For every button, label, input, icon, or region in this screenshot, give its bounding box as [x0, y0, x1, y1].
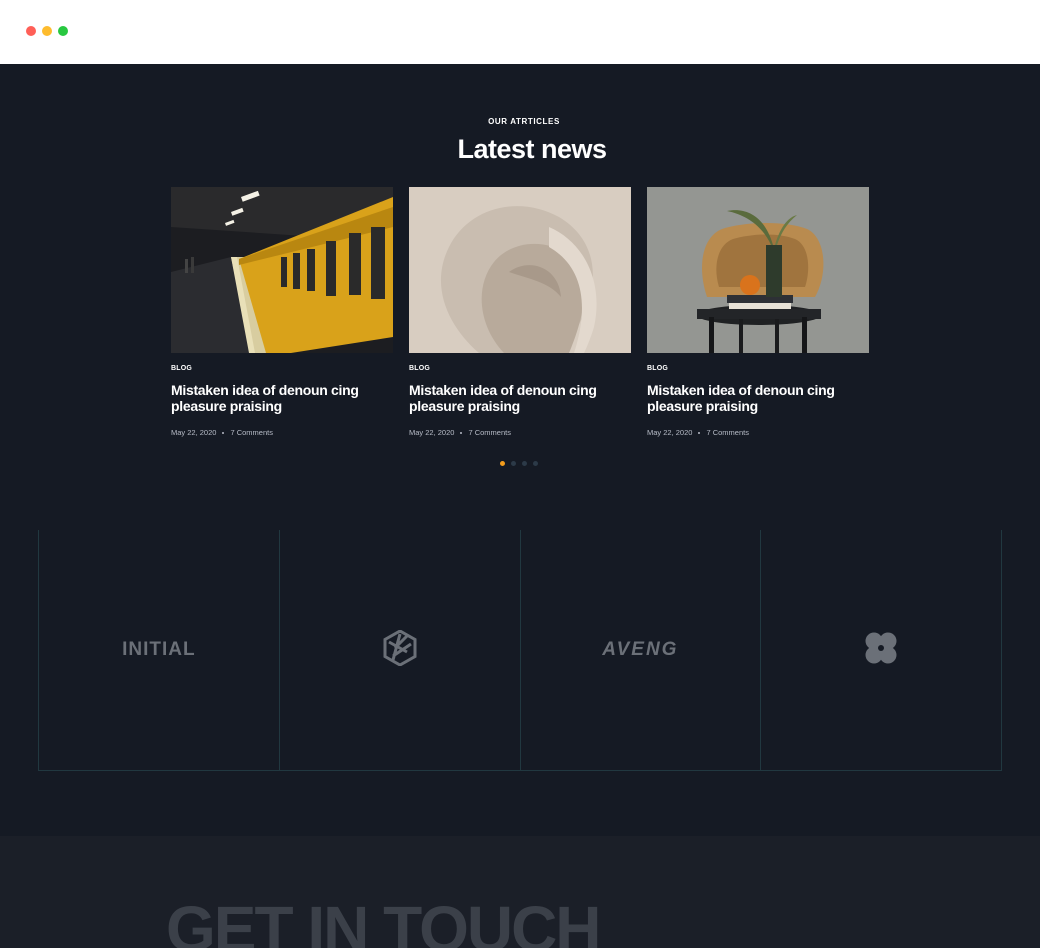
news-card-comments[interactable]: 7 Comments	[706, 428, 749, 437]
minimize-window-button[interactable]	[42, 26, 52, 36]
aveng-logo[interactable]: AVENG	[602, 639, 678, 661]
brand-cell[interactable]: AVENG	[519, 530, 761, 770]
news-card-meta: May 22, 2020 7 Comments	[647, 428, 869, 437]
pagination-dot-1[interactable]	[500, 461, 505, 466]
news-card[interactable]: BLOG Mistaken idea of denoun cing pleasu…	[171, 187, 393, 437]
news-card-date: May 22, 2020	[647, 428, 693, 437]
brand-cell[interactable]: INITIAL	[38, 530, 279, 770]
meta-separator-dot	[222, 431, 225, 434]
news-card[interactable]: BLOG Mistaken idea of denoun cing pleasu…	[409, 187, 631, 437]
woven-hexagon-logo[interactable]	[383, 628, 417, 671]
news-card-date: May 22, 2020	[171, 428, 217, 437]
latest-news-section: OUR ATRTICLES Latest news BLOG Mistaken …	[0, 64, 1040, 836]
pagination-dot-4[interactable]	[533, 461, 538, 466]
section-heading: Latest news	[457, 134, 607, 164]
news-card-meta: May 22, 2020 7 Comments	[409, 428, 631, 437]
four-petal-logo[interactable]	[864, 631, 898, 670]
news-card-image-abstract[interactable]	[409, 187, 631, 353]
maximize-window-button[interactable]	[58, 26, 68, 36]
news-card-image-subway[interactable]	[171, 187, 393, 353]
contact-heading: GET IN TOUCH	[166, 893, 601, 948]
contact-section: GET IN TOUCH	[0, 836, 1040, 948]
brand-cell[interactable]	[278, 530, 520, 770]
browser-title-bar	[0, 0, 1040, 64]
news-card-title[interactable]: Mistaken idea of denoun cing pleasure pr…	[647, 382, 847, 414]
news-card-tag[interactable]: BLOG	[171, 365, 393, 372]
news-card-image-chair[interactable]	[647, 187, 869, 353]
pagination-dot-2[interactable]	[511, 461, 516, 466]
brand-cell[interactable]	[760, 530, 1002, 770]
meta-separator-dot	[460, 431, 463, 434]
section-eyebrow: OUR ATRTICLES	[488, 117, 560, 126]
news-card-meta: May 22, 2020 7 Comments	[171, 428, 393, 437]
news-card-title[interactable]: Mistaken idea of denoun cing pleasure pr…	[171, 382, 371, 414]
pagination-dot-3[interactable]	[522, 461, 527, 466]
news-card-title[interactable]: Mistaken idea of denoun cing pleasure pr…	[409, 382, 609, 414]
meta-separator-dot	[698, 431, 701, 434]
brand-logos-grid: INITIAL AVENG	[38, 530, 1002, 771]
news-card-tag[interactable]: BLOG	[647, 365, 869, 372]
initial-logo[interactable]: INITIAL	[122, 639, 196, 661]
news-card-date: May 22, 2020	[409, 428, 455, 437]
news-card-comments[interactable]: 7 Comments	[230, 428, 273, 437]
news-card-tag[interactable]: BLOG	[409, 365, 631, 372]
news-card-comments[interactable]: 7 Comments	[468, 428, 511, 437]
close-window-button[interactable]	[26, 26, 36, 36]
news-card[interactable]: BLOG Mistaken idea of denoun cing pleasu…	[647, 187, 869, 437]
carousel-pagination	[500, 461, 538, 466]
